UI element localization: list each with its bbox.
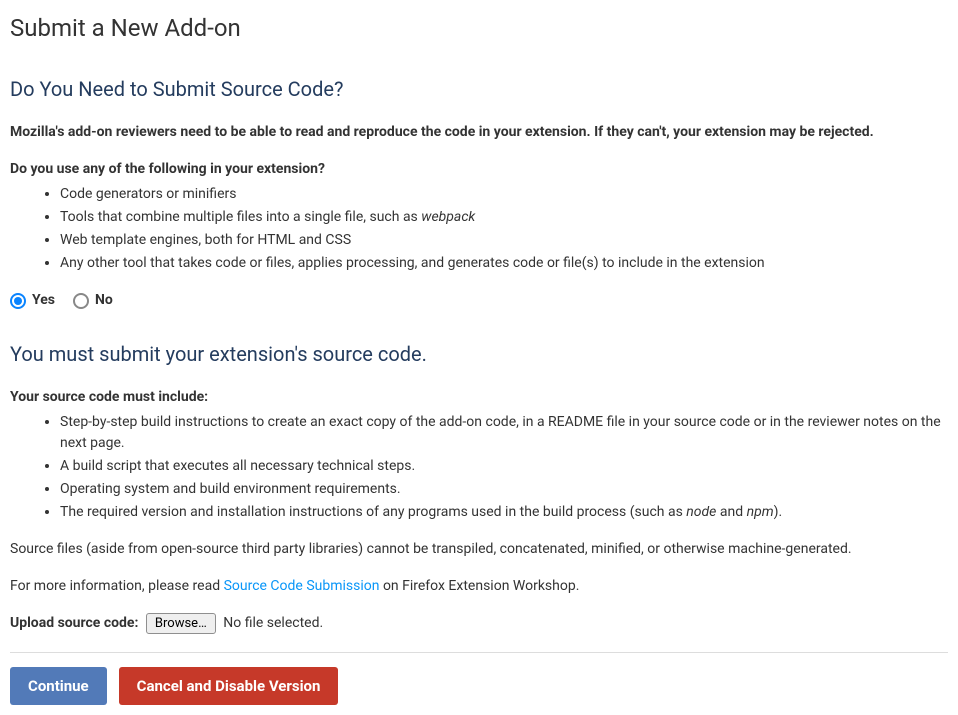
browse-button[interactable]: Browse… [146,613,216,634]
divider [10,652,948,653]
page-title: Submit a New Add-on [10,10,948,46]
radio-no[interactable]: No [73,290,113,311]
source-includes-label: Your source code must include: [10,387,948,408]
section-source-code-heading: Do You Need to Submit Source Code? [10,74,948,104]
tools-list: Code generators or minifiers Tools that … [10,184,948,274]
list-item: Tools that combine multiple files into a… [60,207,948,228]
cancel-button[interactable]: Cancel and Disable Version [119,667,339,705]
radio-icon [73,293,89,309]
radio-yes-label: Yes [32,290,55,311]
upload-label: Upload source code: [10,615,138,631]
list-item: Step-by-step build instructions to creat… [60,412,948,454]
source-files-note: Source files (aside from open-source thi… [10,539,948,560]
radio-no-label: No [95,290,113,311]
list-item: The required version and installation in… [60,502,948,523]
list-item: Any other tool that takes code or files,… [60,253,948,274]
list-item: A build script that executes all necessa… [60,456,948,477]
list-item: Code generators or minifiers [60,184,948,205]
list-item: Web template engines, both for HTML and … [60,230,948,251]
radio-yes[interactable]: Yes [10,290,55,311]
section-must-submit-heading: You must submit your extension's source … [10,339,948,369]
more-info-text: For more information, please read Source… [10,576,948,597]
source-code-submission-link[interactable]: Source Code Submission [224,578,380,594]
continue-button[interactable]: Continue [10,667,107,705]
button-row: Continue Cancel and Disable Version [10,667,948,705]
no-file-text: No file selected. [223,615,323,631]
requirements-list: Step-by-step build instructions to creat… [10,412,948,523]
reviewer-intro-text: Mozilla's add-on reviewers need to be ab… [10,122,948,143]
question-text: Do you use any of the following in your … [10,159,948,180]
radio-group: Yes No [10,290,948,311]
radio-icon [10,293,26,309]
list-item: Operating system and build environment r… [60,479,948,500]
upload-row: Upload source code: Browse… No file sele… [10,613,948,634]
